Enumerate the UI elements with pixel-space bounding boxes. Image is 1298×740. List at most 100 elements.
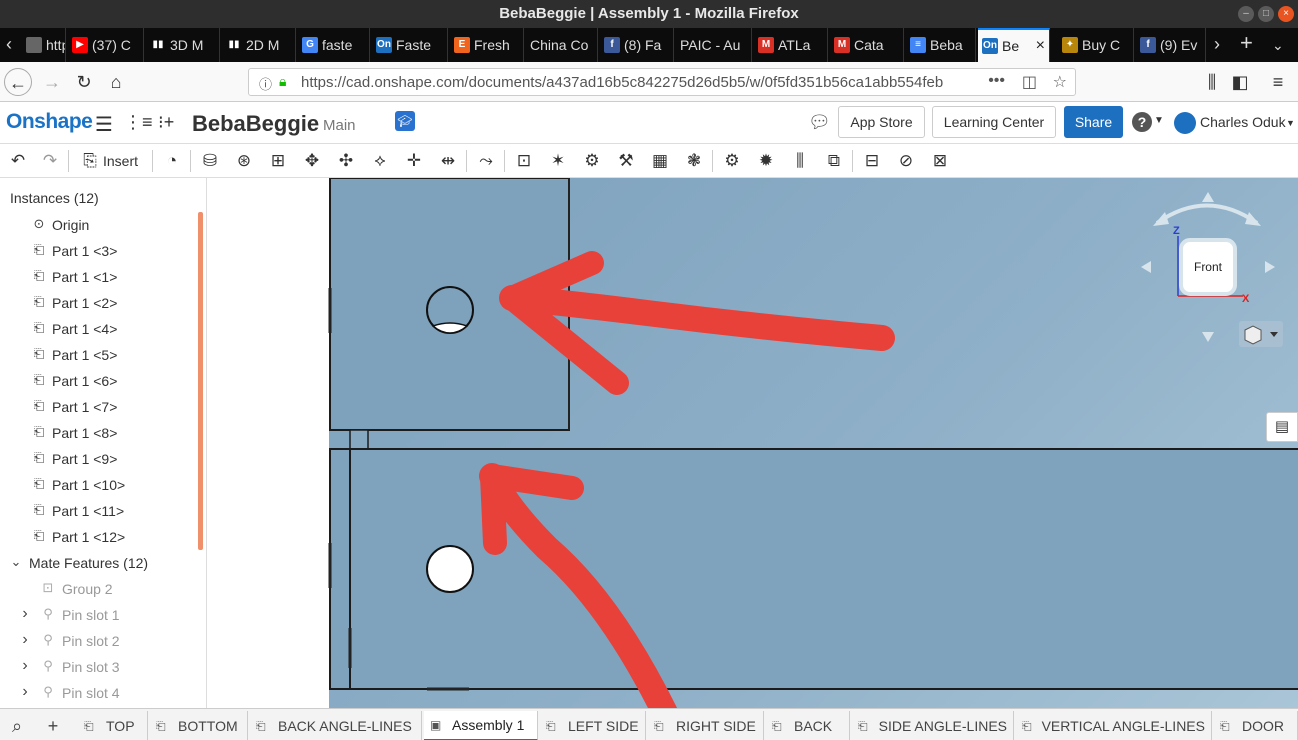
browser-tab[interactable]: ≡ Beba [906,28,976,62]
learning-cap-icon[interactable]: 🎓︎ [395,111,415,131]
user-name[interactable]: Charles Oduk [1200,114,1286,130]
branch-name[interactable]: Main [323,117,356,134]
browser-tab[interactable]: E Fresh [450,28,524,62]
browser-tab[interactable]: f (8) Fa [600,28,674,62]
tree-item-part[interactable]: ⎗ Part 1 <4> [0,316,200,342]
forward-button[interactable]: → [38,68,66,96]
tree-item-part[interactable]: ⎗ Part 1 <1> [0,264,200,290]
chevron-right-icon[interactable]: › [18,658,32,674]
tab-door[interactable]: ⎗ DOOR [1214,711,1298,740]
tree-item-part[interactable]: ⎗ Part 1 <11> [0,498,200,524]
browser-tab[interactable]: http [22,28,66,62]
screw-relation-icon[interactable]: ▦ [648,149,672,173]
tab-top[interactable]: ⎗ TOP [78,711,148,740]
back-button[interactable]: ← [4,68,32,96]
tab-back-angle-lines[interactable]: ⎗ BACK ANGLE-LINES [250,711,422,740]
close-window-button[interactable]: × [1278,6,1294,22]
tab-right-side[interactable]: ⎗ RIGHT SIDE [648,711,764,740]
add-tab-icon[interactable]: + [42,715,64,737]
clock-icon[interactable]: ◔ [160,149,184,173]
cylinder-icon[interactable]: ⛁ [198,149,222,173]
tangent-mate-icon[interactable]: ✶ [546,149,570,173]
chevron-right-icon[interactable]: › [18,684,32,700]
tree-scrollbar[interactable] [198,212,203,550]
help-icon[interactable]: ? [1132,112,1152,132]
section-view-icon[interactable]: ⊠ [928,149,952,173]
app-store-button[interactable]: App Store [838,106,925,138]
browser-tab[interactable]: M ATLa [754,28,828,62]
tree-item-part[interactable]: ⎗ Part 1 <5> [0,342,200,368]
view-cube[interactable]: Front Z X [1141,192,1283,347]
chevron-down-icon[interactable]: ⌄ [9,555,23,569]
revolute-mate-icon[interactable]: ✥ [300,149,324,173]
insert-button[interactable]: Insert [103,153,138,169]
chevron-right-icon[interactable]: › [18,606,32,622]
planar-mate-icon[interactable]: ⟡ [368,149,392,173]
replicate-icon[interactable]: ⧉ [822,149,846,173]
tree-item-mate[interactable]: › ⚲ Pin slot 3 [0,654,200,680]
scroll-tabs-left-icon[interactable]: ‹ [6,34,12,55]
url-text[interactable]: https://cad.onshape.com/documents/a437ad… [301,74,981,91]
tree-item-part[interactable]: ⎗ Part 1 <6> [0,368,200,394]
tab-back[interactable]: ⎗ BACK [766,711,850,740]
learning-center-button[interactable]: Learning Center [932,106,1056,138]
pattern-icon[interactable]: ⫼ [788,149,812,173]
instances-header[interactable]: Instances (12) [10,190,99,206]
browser-tab[interactable]: f (9) Ev [1136,28,1206,62]
tree-item-part[interactable]: ⎗ Part 1 <9> [0,446,200,472]
gear-relation-icon[interactable]: ⚙ [580,149,604,173]
new-tab-icon[interactable]: + [1240,30,1253,56]
browser-tab[interactable]: ▶ (37) C [68,28,144,62]
site-info-icon[interactable]: ⓘ [259,74,272,93]
user-avatar[interactable] [1174,112,1196,134]
explode-view-icon[interactable]: ⊘ [894,149,918,173]
browser-tab[interactable]: China Co [526,28,598,62]
tree-item-part[interactable]: ⎗ Part 1 <10> [0,472,200,498]
feature-list-icon[interactable]: ⋮≡ [124,112,153,133]
tree-item-part[interactable]: ⎗ Part 1 <7> [0,394,200,420]
browser-tab[interactable]: PAIC - Au [676,28,752,62]
browser-tab[interactable]: ▮▮ 3D M [146,28,220,62]
right-panel-toggle-icon[interactable]: ▤ [1266,412,1298,442]
help-dropdown-icon[interactable]: ▼ [1154,115,1164,126]
mate-connector-icon[interactable]: ⊛ [232,149,256,173]
close-tab-icon[interactable]: × [1036,37,1045,55]
insert-icon[interactable]: ⎘ [78,149,102,173]
tab-vertical-angle-lines[interactable]: ⎗ VERTICAL ANGLE-LINES [1016,711,1212,740]
ball-mate-icon[interactable]: ⤳ [474,149,498,173]
reload-button[interactable]: ↻ [70,68,98,96]
linear-relation-icon[interactable]: ❃ [682,149,706,173]
user-dropdown-icon[interactable]: ▼ [1286,118,1295,128]
redo-icon[interactable]: ↷ [38,149,62,173]
share-button[interactable]: Share [1064,106,1123,138]
pocket-icon[interactable]: ◫ [1022,72,1037,92]
tree-item-mate[interactable]: › ⚲ Pin slot 2 [0,628,200,654]
document-menu-icon[interactable]: ☰ [95,112,113,137]
group-icon[interactable]: ⊡ [512,149,536,173]
bookmark-star-icon[interactable]: ☆ [1053,72,1067,92]
pin-slot-mate-icon[interactable]: ⇹ [436,149,460,173]
measure-icon[interactable]: ⊟ [860,149,884,173]
gear-icon[interactable]: ✹ [754,149,778,173]
comments-icon[interactable]: 💬︎ [808,112,831,133]
hamburger-menu-icon[interactable]: ≡ [1264,68,1292,96]
insert-part-icon[interactable]: ⁝+ [158,112,174,133]
tree-item-part[interactable]: ⎗ Part 1 <3> [0,238,200,264]
graphics-viewport[interactable]: Front Z X [207,178,1298,708]
browser-tab[interactable]: M Cata [830,28,904,62]
home-button[interactable]: ⌂ [102,68,130,96]
fastened-mate-icon[interactable]: ⊞ [266,149,290,173]
cylindrical-mate-icon[interactable]: ✛ [402,149,426,173]
tab-assembly-1[interactable]: ▣ Assembly 1 [424,711,538,740]
tab-search-icon[interactable]: ⌕ [6,715,28,737]
slider-mate-icon[interactable]: ✣ [334,149,358,173]
url-bar[interactable]: ⓘ 🔒︎ https://cad.onshape.com/documents/a… [248,68,1076,96]
tab-left-side[interactable]: ⎗ LEFT SIDE [540,711,646,740]
browser-tab[interactable]: On Be × [978,28,1050,62]
scroll-tabs-right-icon[interactable]: › [1214,34,1220,55]
tab-list-chevron-icon[interactable]: ⌄ [1272,37,1284,54]
chevron-right-icon[interactable]: › [18,632,32,648]
settings-gear-icon[interactable]: ⚙ [720,149,744,173]
library-icon[interactable]: ⫼ [1198,68,1226,96]
onshape-logo[interactable]: Onshape [6,110,93,134]
